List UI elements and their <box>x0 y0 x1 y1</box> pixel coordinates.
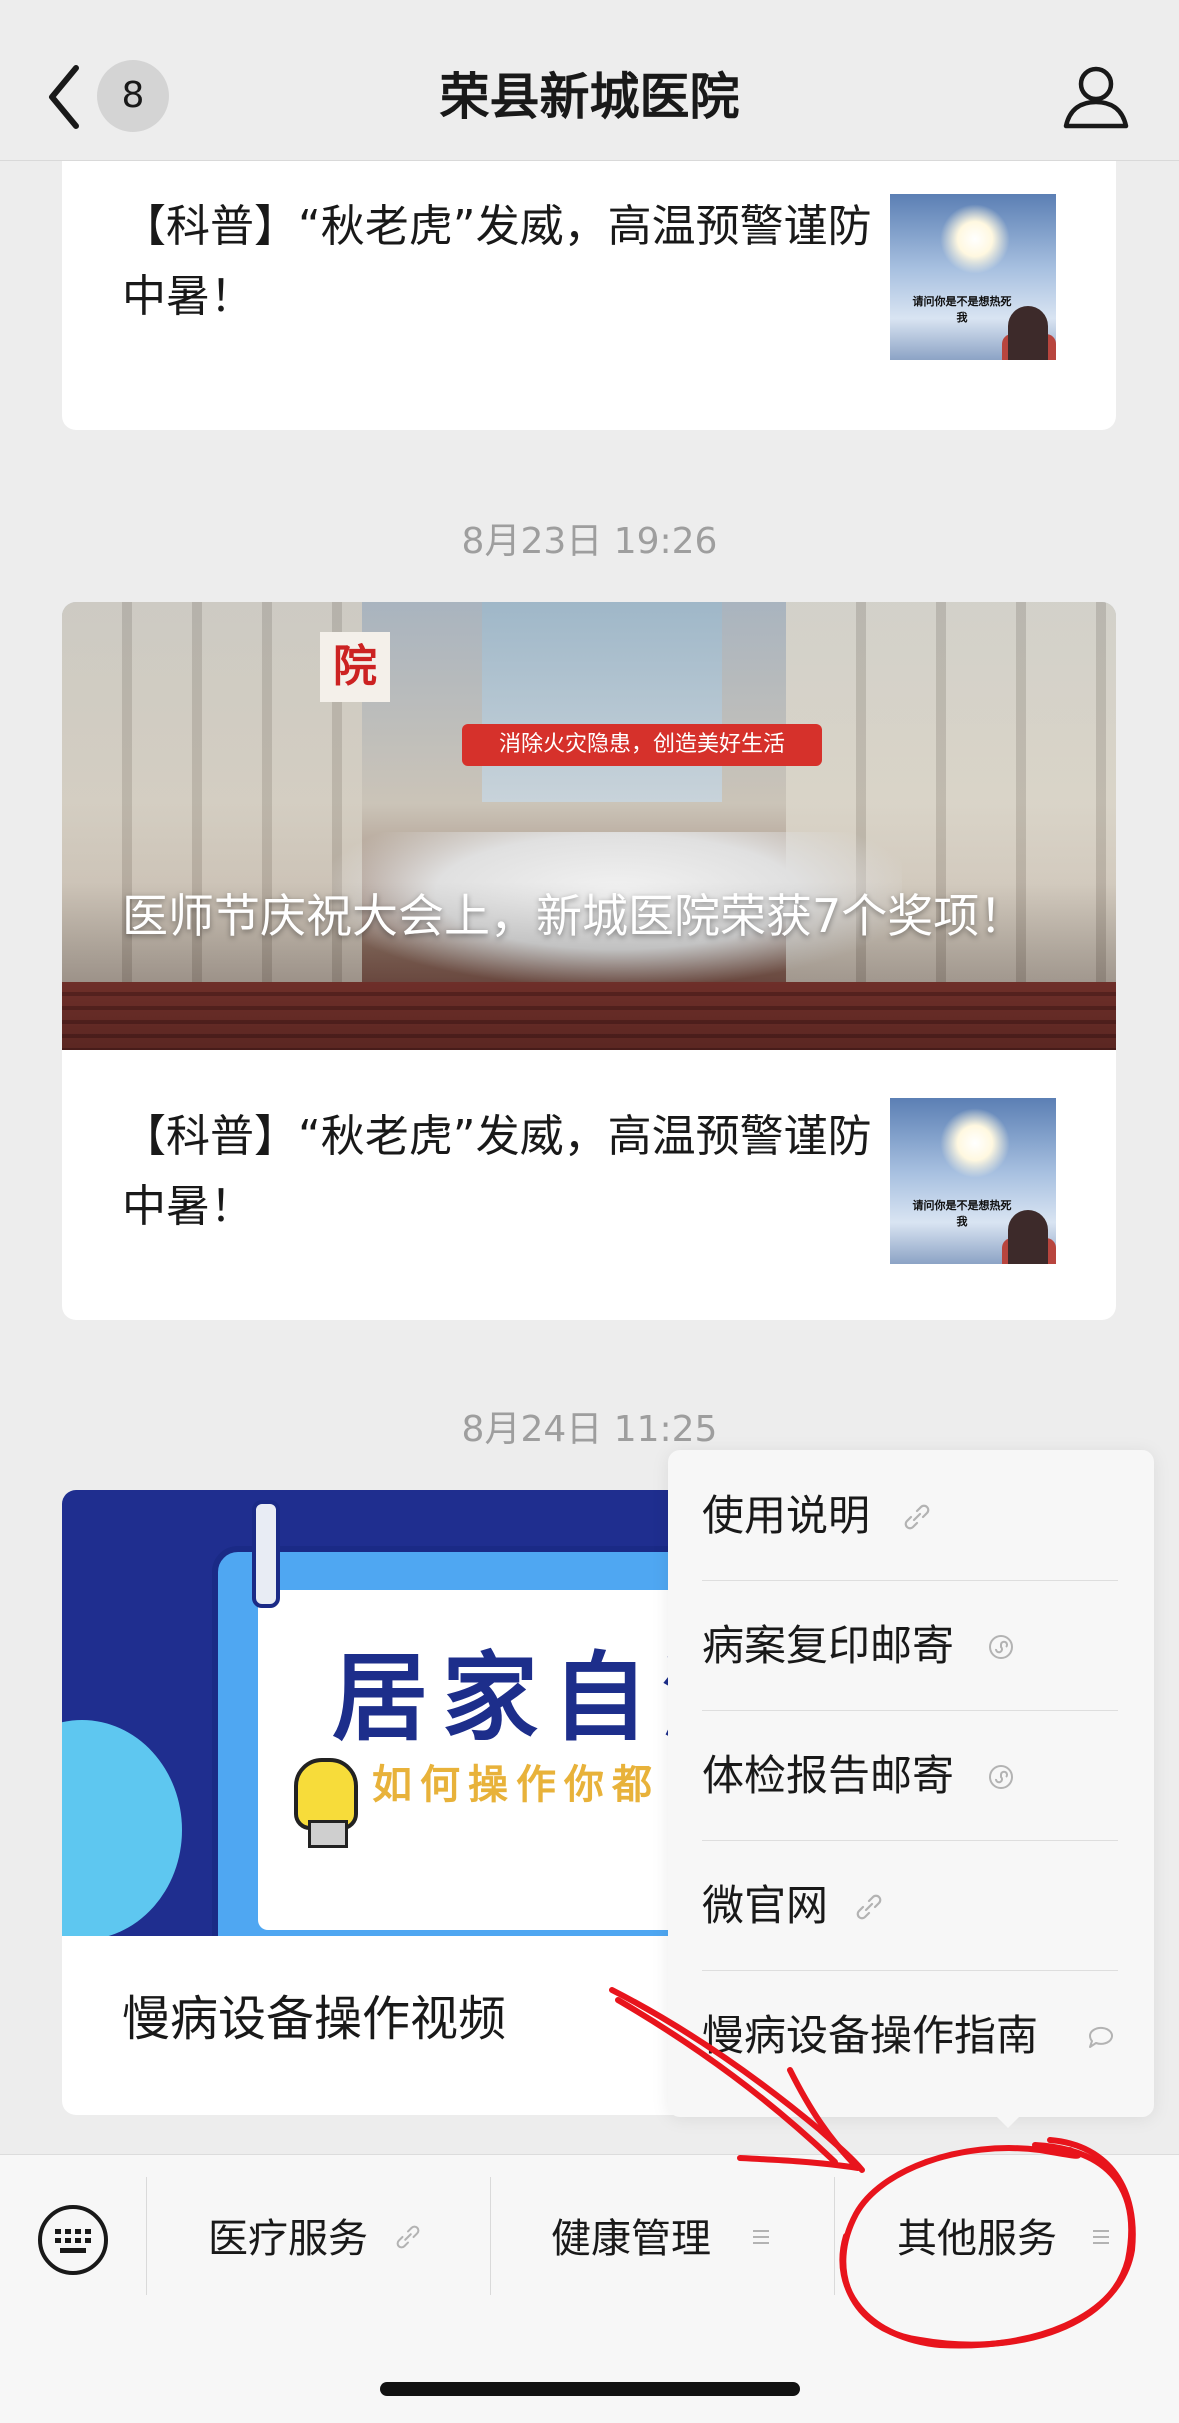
link-icon <box>904 1504 930 1530</box>
cover-article-title: 医师节庆祝大会上，新城医院荣获7个奖项！ <box>122 889 1026 943</box>
link-icon <box>396 2225 420 2249</box>
divider <box>146 2177 147 2295</box>
article-cover-image[interactable]: 院 消除火灾隐患，创造美好生活 医师节庆祝大会上，新城医院荣获7个奖项！ <box>62 602 1116 1050</box>
top-nav-bar: 8 荣县新城医院 <box>0 0 1179 161</box>
menu-item-label: 体检报告邮寄 <box>702 1751 955 1800</box>
menu-item-label: 病案复印邮寄 <box>702 1621 955 1670</box>
profile-icon[interactable] <box>1060 60 1132 132</box>
menu-item-record-mailing[interactable]: 病案复印邮寄 <box>702 1580 1118 1711</box>
tab-health-management[interactable]: 健康管理 <box>491 2195 833 2285</box>
menu-item-instructions[interactable]: 使用说明 <box>702 1450 1118 1581</box>
page-title: 荣县新城医院 <box>439 68 740 126</box>
menu-item-label: 微官网 <box>702 1881 829 1930</box>
article-card[interactable]: 院 消除火灾隐患，创造美好生活 医师节庆祝大会上，新城医院荣获7个奖项！ 【科普… <box>62 602 1116 1320</box>
link-icon <box>856 1894 882 1920</box>
mini-program-icon <box>989 1765 1013 1789</box>
building-sign: 院 <box>320 632 390 702</box>
keyboard-icon[interactable] <box>36 2203 110 2277</box>
article-card[interactable]: 【科普】“秋老虎”发威，高温预警谨防中暑！ 请问你是不是想热死我 <box>62 150 1116 430</box>
tab-label: 其他服务 <box>897 2216 1057 2262</box>
cover-banner-text: 消除火灾隐患，创造美好生活 <box>462 724 822 766</box>
article-title: 【科普】“秋老虎”发威，高温预警谨防中暑！ <box>122 1111 872 1232</box>
tab-other-services[interactable]: 其他服务 <box>835 2195 1179 2285</box>
tab-medical-services[interactable]: 医疗服务 <box>148 2195 490 2285</box>
submenu-pointer <box>990 2110 1026 2128</box>
menu-icon <box>753 2230 769 2244</box>
menu-item-report-mailing[interactable]: 体检报告邮寄 <box>702 1710 1118 1841</box>
article-item[interactable]: 【科普】“秋老虎”发威，高温预警谨防中暑！ 请问你是不是想热死我 <box>62 1072 1116 1282</box>
thumbnail-caption: 请问你是不是想热死我 <box>912 1199 1012 1228</box>
service-submenu: 使用说明 病案复印邮寄 体检报告邮寄 微官网 慢病设备操作指南 <box>668 1450 1154 2117</box>
menu-item-device-guide[interactable]: 慢病设备操作指南 <box>702 1970 1118 2100</box>
tab-label: 医疗服务 <box>208 2216 368 2262</box>
menu-icon <box>1093 2230 1109 2244</box>
menu-item-label: 慢病设备操作指南 <box>702 2011 1039 2060</box>
cover-subline: 如何操作你都 <box>372 1762 660 1808</box>
article-thumbnail: 请问你是不是想热死我 <box>890 1098 1056 1264</box>
home-indicator <box>380 2382 800 2396</box>
message-timestamp: 8月23日 19:26 <box>461 521 718 562</box>
message-icon <box>1088 2026 1113 2048</box>
message-timestamp: 8月24日 11:25 <box>461 1409 718 1450</box>
thumbnail-caption: 请问你是不是想热死我 <box>912 295 1012 324</box>
article-title: 【科普】“秋老虎”发威，高温预警谨防中暑！ <box>122 201 872 322</box>
article-item[interactable]: 【科普】“秋老虎”发威，高温预警谨防中暑！ 请问你是不是想热死我 <box>62 168 1116 378</box>
article-thumbnail: 请问你是不是想热死我 <box>890 194 1056 360</box>
menu-item-label: 使用说明 <box>702 1491 871 1540</box>
tab-label: 健康管理 <box>551 2216 711 2262</box>
menu-item-micro-site[interactable]: 微官网 <box>702 1840 1118 1971</box>
mini-program-icon <box>989 1635 1013 1659</box>
